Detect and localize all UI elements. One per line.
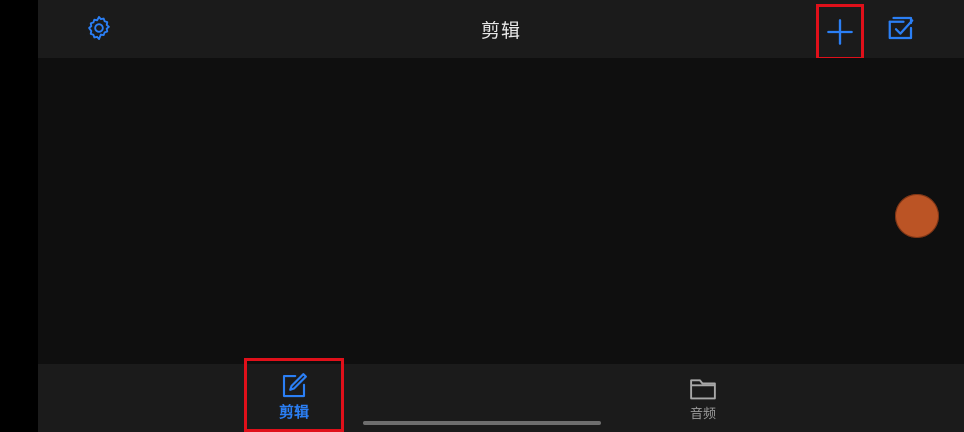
project-list-area [38, 58, 964, 364]
tab-audio-label: 音频 [689, 407, 716, 422]
edit-icon [282, 373, 307, 398]
floating-assistant-ball[interactable] [895, 194, 939, 238]
top-navigation-bar: 剪辑 [38, 0, 964, 60]
tab-audio[interactable]: 音频 [653, 364, 753, 432]
tab-edit[interactable]: 剪辑 [244, 358, 344, 432]
tab-edit-label: 剪辑 [278, 403, 309, 421]
app-window: 剪辑 剪辑 音频 [38, 0, 964, 432]
home-indicator[interactable] [363, 421, 601, 425]
checkbox-select-icon [888, 16, 914, 40]
screen: 剪辑 剪辑 音频 [0, 0, 964, 432]
plus-icon [827, 19, 853, 45]
folder-icon [690, 379, 716, 400]
multi-select-button[interactable] [884, 11, 918, 45]
add-project-button[interactable] [816, 4, 864, 60]
